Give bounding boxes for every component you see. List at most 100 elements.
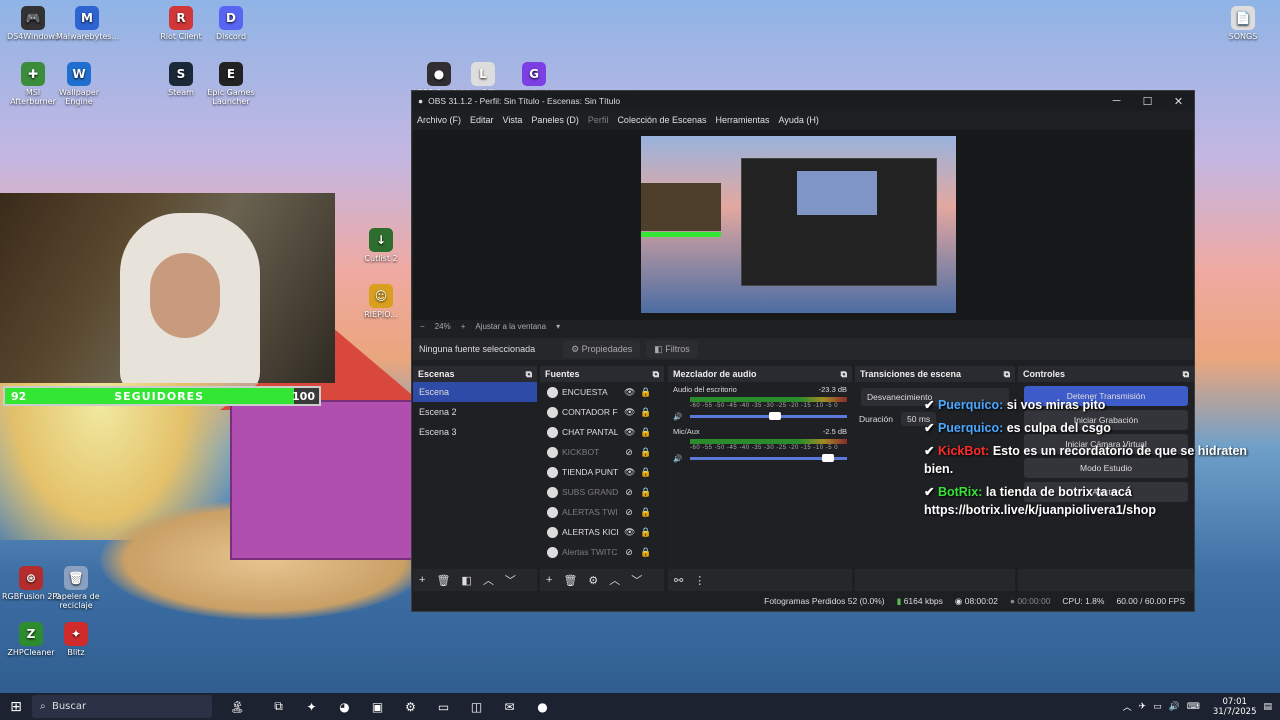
scene-item[interactable]: Escena <box>413 382 537 402</box>
fit-window-button[interactable]: Ajustar a la ventana <box>475 322 546 331</box>
volume-knob[interactable] <box>822 454 835 462</box>
lock-icon[interactable]: 🔒 <box>640 407 651 418</box>
more-icon[interactable]: ⋮ <box>694 574 705 587</box>
desktop-icon[interactable]: D Discord <box>200 6 262 41</box>
eye-icon[interactable]: 👁 <box>624 527 635 538</box>
zoom-in-button[interactable]: + <box>461 322 466 331</box>
gear-icon[interactable]: ⚙ <box>588 574 598 587</box>
source-item[interactable]: CONTADOR FOLLOWERS 👁 🔒 <box>540 402 664 422</box>
eye-icon[interactable]: 👁 <box>624 427 635 438</box>
lock-icon[interactable]: 🔒 <box>640 527 651 538</box>
volume-slider[interactable] <box>690 454 847 462</box>
lock-icon[interactable]: 🔒 <box>640 467 651 478</box>
volume-icon[interactable]: 🔊 <box>1169 702 1180 712</box>
lock-icon[interactable]: 🔒 <box>640 387 651 398</box>
desktop-icon[interactable]: ☺ RIEPIO... <box>350 284 412 319</box>
speaker-icon[interactable]: 🔊 <box>673 454 682 463</box>
obs-taskbar-icon[interactable]: ● <box>526 700 559 714</box>
store-icon[interactable]: ▣ <box>361 700 394 714</box>
source-item[interactable]: KICKBOT ⊘ 🔒 <box>540 442 664 462</box>
desktop-icon[interactable]: 📄 SONGS <box>1212 6 1274 41</box>
undock-icon[interactable]: ⧉ <box>841 369 847 380</box>
properties-button[interactable]: ⚙ Propiedades <box>563 340 641 358</box>
add-icon[interactable]: + <box>546 574 552 586</box>
tray-chevron-icon[interactable]: ︿ <box>1123 700 1132 713</box>
undock-icon[interactable]: ⧉ <box>526 369 532 380</box>
filters-button[interactable]: ◧ Filtros <box>646 340 698 358</box>
desktop-icon[interactable]: E Epic Games Launcher <box>200 62 262 106</box>
eye-icon[interactable]: 👁 <box>624 387 635 398</box>
source-item[interactable]: CHAT PANTALLA 👁 🔒 <box>540 422 664 442</box>
scene-item[interactable]: Escena 3 <box>413 422 537 442</box>
menu-item[interactable]: Perfil <box>588 115 609 125</box>
source-item[interactable]: ALERTAS TWITCH ⊘ 🔒 <box>540 502 664 522</box>
mail-icon[interactable]: ✉ <box>493 700 526 714</box>
desktop-icon[interactable]: ↓ Cutlist 2 <box>350 228 412 263</box>
eye-off-icon[interactable]: ⊘ <box>624 507 634 518</box>
firefox-icon[interactable]: ◕ <box>328 700 361 714</box>
network-icon[interactable]: ▭ <box>1153 702 1162 712</box>
tray-app-icon[interactable]: ✈ <box>1139 702 1147 712</box>
speaker-icon[interactable]: 🔊 <box>673 412 682 421</box>
source-item[interactable]: TIENDA PUNTOS 👁 🔒 <box>540 462 664 482</box>
windows-start-icon[interactable]: ⊞ <box>0 699 32 715</box>
minimize-button[interactable]: ─ <box>1101 95 1132 107</box>
lock-icon[interactable]: 🔒 <box>640 487 651 498</box>
search-highlight-icon[interactable]: 🏝 <box>212 700 262 714</box>
add-icon[interactable]: + <box>419 574 425 586</box>
desktop-icon[interactable]: W Wallpaper Engine <box>48 62 110 106</box>
source-item[interactable]: SUBS GRANDES ⊘ 🔒 <box>540 482 664 502</box>
undock-icon[interactable]: ⧉ <box>1004 369 1010 380</box>
move-up-icon[interactable]: ︿ <box>483 572 494 588</box>
notifications-icon[interactable]: ▤ <box>1263 702 1272 712</box>
preview-canvas[interactable] <box>413 130 1193 320</box>
lock-icon[interactable]: 🔒 <box>640 547 651 558</box>
desktop-icon[interactable]: 🎮 DS4Windows <box>2 6 64 41</box>
source-item[interactable]: Alertas TWITCH ⊘ 🔒 <box>540 542 664 562</box>
eye-off-icon[interactable]: ⊘ <box>624 447 634 458</box>
taskbar-search[interactable]: ⌕ Buscar <box>32 695 212 718</box>
menu-item[interactable]: Archivo (F) <box>417 115 461 125</box>
trash-icon[interactable]: 🗑 <box>563 574 577 587</box>
undock-icon[interactable]: ⧉ <box>1183 369 1189 380</box>
filter-icon[interactable]: ◧ <box>461 574 471 587</box>
zoom-out-button[interactable]: − <box>420 322 425 331</box>
move-up-icon[interactable]: ︿ <box>609 572 620 588</box>
move-down-icon[interactable]: ﹀ <box>631 572 642 588</box>
lock-icon[interactable]: 🔒 <box>640 427 651 438</box>
scene-item[interactable]: Escena 2 <box>413 402 537 422</box>
lock-icon[interactable]: 🔒 <box>640 447 651 458</box>
menu-item[interactable]: Colección de Escenas <box>617 115 706 125</box>
menu-item[interactable]: Ayuda (H) <box>779 115 819 125</box>
close-button[interactable]: ✕ <box>1163 95 1194 108</box>
link-icon[interactable]: ⚯ <box>674 574 683 587</box>
settings-icon[interactable]: ⚙ <box>394 700 427 714</box>
lock-icon[interactable]: 🔒 <box>640 507 651 518</box>
menu-item[interactable]: Paneles (D) <box>531 115 579 125</box>
keyboard-icon[interactable]: ⌨ <box>1187 702 1200 712</box>
task-view-icon[interactable]: ⧉ <box>262 699 295 714</box>
menu-item[interactable]: Vista <box>503 115 523 125</box>
desktop-icon[interactable]: M Malwarebytes... <box>56 6 119 41</box>
eye-icon[interactable]: 👁 <box>624 407 635 418</box>
volume-slider[interactable] <box>690 412 847 420</box>
source-item[interactable]: ALERTAS KICK 👁 🔒 <box>540 522 664 542</box>
menu-item[interactable]: Herramientas <box>716 115 770 125</box>
chevron-down-icon[interactable]: ▾ <box>556 322 560 331</box>
move-down-icon[interactable]: ﹀ <box>505 572 516 588</box>
eye-off-icon[interactable]: ⊘ <box>624 487 634 498</box>
source-item[interactable]: ENCUESTA 👁 🔒 <box>540 382 664 402</box>
eye-icon[interactable]: 👁 <box>624 467 635 478</box>
volume-knob[interactable] <box>769 412 782 420</box>
file-explorer-icon[interactable]: ▭ <box>427 700 460 714</box>
desktop-icon[interactable]: 🗑 Papelera de reciclaje <box>45 566 107 610</box>
maximize-button[interactable]: ☐ <box>1132 95 1163 108</box>
eye-off-icon[interactable]: ⊘ <box>624 547 634 558</box>
outlook-icon[interactable]: ◫ <box>460 700 493 714</box>
clock[interactable]: 07:01 31/7/2025 <box>1213 697 1257 717</box>
menu-item[interactable]: Editar <box>470 115 494 125</box>
desktop-icon[interactable]: ✦ Blitz <box>45 622 107 657</box>
app-icon[interactable]: ✦ <box>295 700 328 714</box>
undock-icon[interactable]: ⧉ <box>653 369 659 380</box>
trash-icon[interactable]: 🗑 <box>436 574 450 587</box>
